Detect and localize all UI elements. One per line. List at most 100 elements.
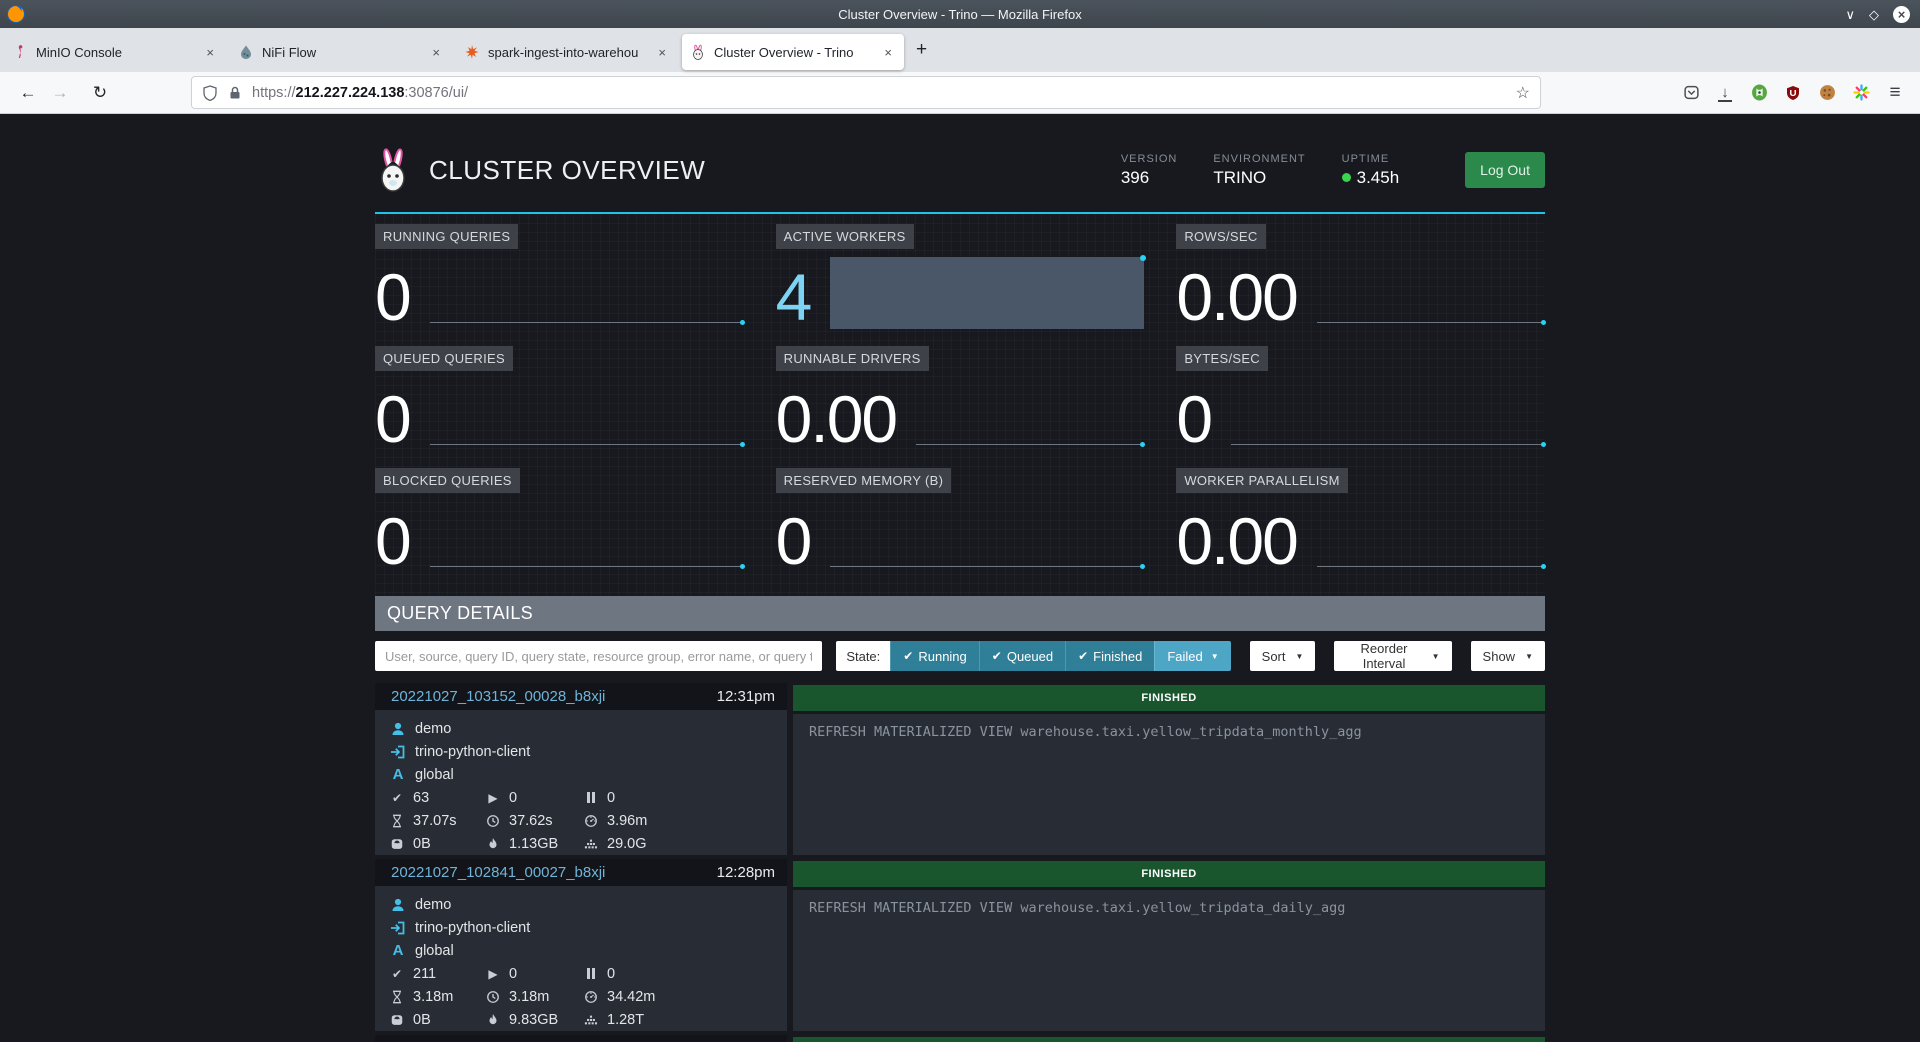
state-button-label: Finished (1093, 649, 1142, 664)
cpu-time: 34.42m (607, 989, 655, 1005)
shield-icon[interactable] (202, 85, 218, 101)
lock-icon[interactable] (227, 85, 243, 101)
browser-tab[interactable]: Cluster Overview - Trino × (682, 34, 904, 70)
query-row: 20221027_102841_00026_b8xji 12:28pm (375, 1035, 1545, 1042)
tab-close-icon[interactable]: × (428, 45, 444, 60)
tab-label: MinIO Console (36, 45, 202, 60)
splits-completed: 211 (413, 966, 436, 982)
bookmark-star-icon[interactable]: ☆ (1516, 83, 1530, 103)
ublock-origin-icon[interactable] (1784, 84, 1802, 102)
reload-button[interactable]: ↻ (84, 83, 116, 103)
show-dropdown[interactable]: Show ▼ (1471, 641, 1545, 671)
cumulative-data: 29.0G (607, 836, 647, 852)
query-sql-text: REFRESH MATERIALIZED VIEW warehouse.taxi… (793, 890, 1545, 1031)
query-status-badge: FINISHED (793, 1037, 1545, 1042)
tab-close-icon[interactable]: × (880, 45, 896, 60)
new-tab-button[interactable]: + (906, 39, 937, 61)
maximize-icon[interactable]: ◇ (1869, 8, 1879, 21)
stat-value: 0 (375, 510, 410, 573)
url-host: 212.227.224.138 (296, 85, 405, 101)
tab-close-icon[interactable]: × (202, 45, 218, 60)
menu-icon[interactable]: ≡ (1886, 84, 1904, 102)
elapsed-time: 37.62s (509, 813, 553, 829)
back-button[interactable]: ← (12, 83, 44, 103)
stat-tile: WORKER PARALLELISM 0.00 (1176, 468, 1545, 580)
minio-icon (12, 44, 28, 60)
query-time: 12:28pm (717, 864, 775, 881)
flame-icon (485, 1013, 501, 1027)
browser-tab[interactable]: NiFi Flow × (230, 34, 452, 70)
stat-value: 0.00 (1176, 510, 1296, 573)
forward-button[interactable]: → (44, 83, 76, 103)
stat-label: RUNNING QUERIES (375, 224, 518, 249)
tab-label: NiFi Flow (262, 45, 428, 60)
stat-value: 4 (776, 266, 811, 329)
current-memory: 0B (413, 1012, 431, 1028)
state-button-label: Queued (1007, 649, 1053, 664)
query-id-link[interactable]: 20221027_103152_00028_b8xji (391, 688, 605, 705)
stats-grid: RUNNING QUERIES 0 ACTIVE WORKERS 4 ROWS/… (375, 214, 1545, 596)
query-row: 20221027_103152_00028_b8xji 12:31pm demo… (375, 683, 1545, 855)
stat-value: 0 (375, 266, 410, 329)
sort-dropdown[interactable]: Sort ▼ (1250, 641, 1316, 671)
play-icon: ▶ (485, 967, 501, 981)
stat-tile: BYTES/SEC 0 (1176, 346, 1545, 458)
url-bar[interactable]: https://212.227.224.138:30876/ui/ ☆ (192, 77, 1540, 108)
trino-bunny-logo (375, 146, 411, 194)
check-icon: ✔ (389, 791, 405, 805)
stat-tile: RUNNABLE DRIVERS 0.00 (776, 346, 1145, 458)
close-icon[interactable]: × (1893, 6, 1910, 23)
browser-tab[interactable]: MinIO Console × (4, 34, 226, 70)
downloads-icon[interactable]: ↓ (1716, 84, 1734, 102)
pocket-icon[interactable] (1682, 84, 1700, 102)
hourglass-icon (389, 990, 405, 1004)
query-search-input[interactable] (375, 641, 822, 671)
check-icon: ✔ (1078, 649, 1088, 663)
stat-tile: ACTIVE WORKERS 4 (776, 224, 1145, 336)
state-filter-button[interactable]: ✔ Running ▼ (890, 641, 979, 671)
browser-tab[interactable]: spark-ingest-into-warehou × (456, 34, 678, 70)
user-icon (389, 721, 407, 737)
memory-scale-icon (389, 1013, 405, 1027)
cpu-gauge-icon (583, 814, 599, 828)
version-block: VERSION 396 (1121, 153, 1178, 188)
sparkline (430, 511, 744, 573)
sparkline (430, 389, 744, 451)
stat-value: 0 (375, 388, 410, 451)
state-filter-button[interactable]: ✔ Queued ▼ (979, 641, 1065, 671)
stat-label: WORKER PARALLELISM (1176, 468, 1347, 493)
splits-queued: 0 (607, 790, 615, 806)
privacy-badger-icon[interactable] (1750, 84, 1768, 102)
window-title: Cluster Overview - Trino — Mozilla Firef… (0, 7, 1920, 22)
sparkline (830, 511, 1144, 573)
environment-label: ENVIRONMENT (1213, 153, 1305, 165)
wall-time: 37.07s (413, 813, 457, 829)
cubes-icon (583, 1013, 599, 1027)
state-filter-button[interactable]: ✔ Failed ▼ (1154, 641, 1230, 671)
state-filter-button[interactable]: ✔ Finished ▼ (1065, 641, 1154, 671)
stat-label: QUEUED QUERIES (375, 346, 513, 371)
chevron-down-icon: ▼ (1525, 652, 1533, 661)
resource-group-icon: A (389, 766, 407, 783)
reorder-interval-dropdown[interactable]: Reorder Interval ▼ (1334, 641, 1451, 671)
query-filter-bar: State: ✔ Running ▼ ✔ Queued ▼ ✔ Finished… (375, 641, 1545, 671)
query-row: 20221027_102841_00027_b8xji 12:28pm demo… (375, 859, 1545, 1031)
cubes-icon (583, 837, 599, 851)
cpu-gauge-icon (583, 990, 599, 1004)
browser-toolbar: ← → ↻ https://212.227.224.138:30876/ui/ … (0, 72, 1920, 114)
tab-close-icon[interactable]: × (654, 45, 670, 60)
logout-button[interactable]: Log Out (1465, 152, 1545, 188)
chevron-down-icon: ▼ (1296, 652, 1304, 661)
trino-icon (690, 44, 706, 60)
cookie-icon[interactable] (1818, 84, 1836, 102)
url-path: :30876/ui/ (404, 85, 468, 101)
query-id-link[interactable]: 20221027_102841_00027_b8xji (391, 864, 605, 881)
query-source: trino-python-client (415, 920, 530, 936)
stat-value: 0.00 (776, 388, 896, 451)
url-text[interactable]: https://212.227.224.138:30876/ui/ (252, 85, 468, 101)
chevron-down-icon: ▼ (1432, 652, 1440, 661)
minimize-icon[interactable]: ∨ (1845, 8, 1855, 21)
source-sign-in-icon (389, 744, 407, 760)
pause-icon (583, 968, 599, 979)
multi-account-containers-icon[interactable] (1852, 84, 1870, 102)
